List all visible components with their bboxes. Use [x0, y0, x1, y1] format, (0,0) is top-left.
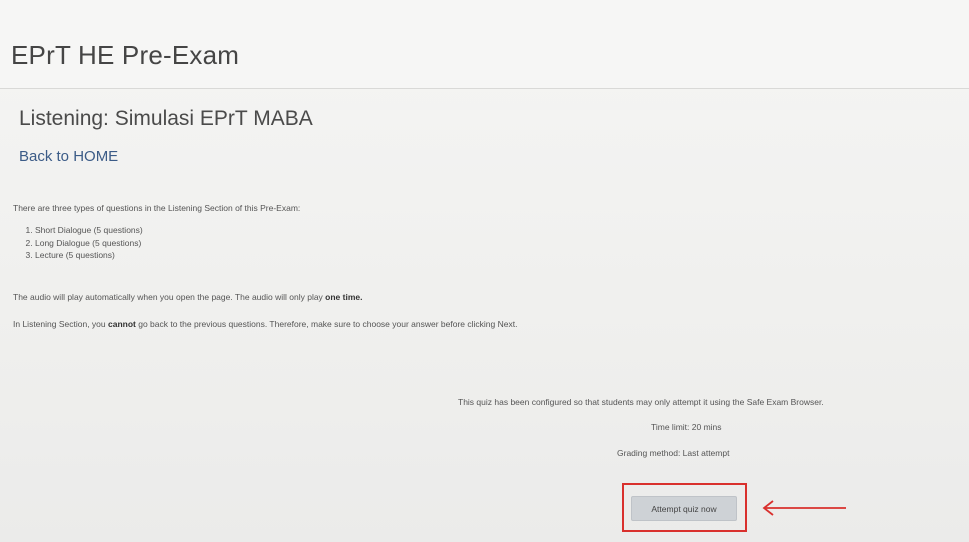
time-limit: Time limit: 20 mins [651, 422, 722, 432]
no-back-note: In Listening Section, you cannot go back… [13, 319, 517, 329]
site-title: EPrT HE Pre-Exam [11, 40, 240, 70]
question-types-list: Short Dialogue (5 questions) Long Dialog… [20, 224, 143, 262]
list-item: Long Dialogue (5 questions) [35, 237, 143, 250]
list-item: Short Dialogue (5 questions) [35, 224, 143, 237]
audio-note-text: The audio will play automatically when y… [13, 292, 326, 302]
list-item: Lecture (5 questions) [35, 249, 143, 262]
quiz-title: Listening: Simulasi EPrT MABA [19, 107, 313, 130]
back-to-home-link[interactable]: Back to HOME [19, 148, 118, 165]
safe-exam-browser-note: This quiz has been configured so that st… [458, 397, 824, 407]
page-screen: EPrT HE Pre-Exam Listening: Simulasi EPr… [0, 0, 969, 542]
no-back-note-emphasis: cannot [107, 319, 136, 329]
page-header: EPrT HE Pre-Exam [0, 0, 969, 89]
attempt-quiz-button[interactable]: Attempt quiz now [631, 496, 737, 521]
audio-note-emphasis: one time. [325, 292, 363, 302]
intro-text: There are three types of questions in th… [13, 203, 301, 213]
audio-note: The audio will play automatically when y… [13, 292, 362, 302]
no-back-note-suffix: go back to the previous questions. There… [135, 319, 518, 329]
grading-method: Grading method: Last attempt [617, 448, 730, 458]
no-back-note-prefix: In Listening Section, you [13, 319, 108, 329]
left-arrow-icon [762, 500, 846, 516]
